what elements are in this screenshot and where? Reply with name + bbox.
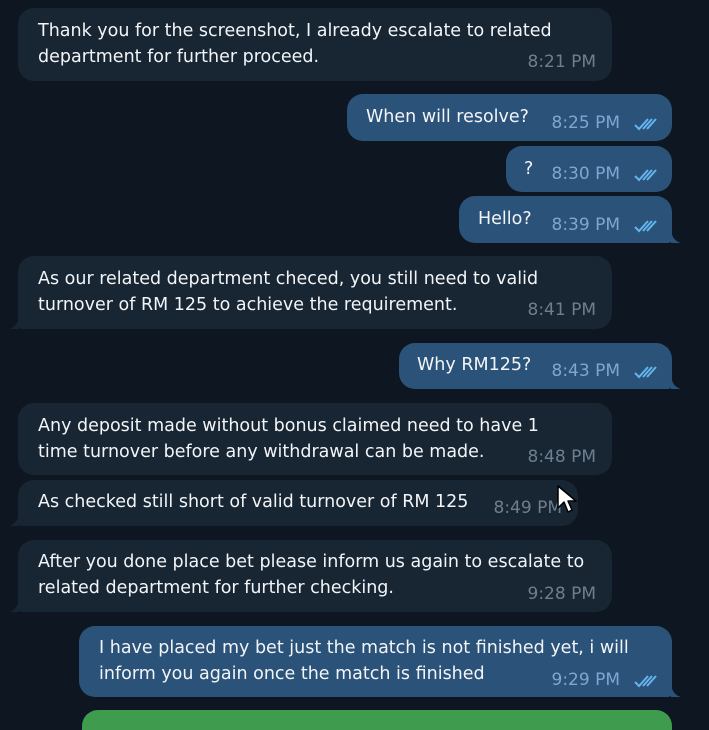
bubble-tail bbox=[671, 377, 681, 389]
bubble-tail bbox=[671, 231, 681, 243]
message-text-line: time turnover before any withdrawal can … bbox=[38, 442, 485, 462]
message-text-line: Why RM125? bbox=[417, 355, 532, 375]
message-timestamp: 8:48 PM bbox=[527, 447, 597, 467]
message-text-line: ? bbox=[524, 159, 534, 179]
mouse-cursor-icon bbox=[557, 485, 577, 513]
incoming-message[interactable]: After you done place bet please inform u… bbox=[18, 540, 612, 612]
message-timestamp: 8:49 PM bbox=[493, 498, 563, 518]
read-checkmarks-icon bbox=[634, 169, 657, 182]
message-text-line: Thank you for the screenshot, I already … bbox=[38, 21, 552, 41]
read-checkmarks-icon bbox=[634, 366, 657, 379]
message-text-line: Any deposit made without bonus claimed n… bbox=[38, 416, 539, 436]
incoming-message[interactable]: Any deposit made without bonus claimed n… bbox=[18, 403, 612, 475]
message-timestamp: 9:29 PM bbox=[551, 670, 621, 690]
message-text-line: related department for further checking. bbox=[38, 578, 394, 598]
bubble-tail bbox=[671, 685, 681, 697]
message-text-line: As our related department checed, you st… bbox=[38, 269, 539, 289]
message-text-line: department for further proceed. bbox=[38, 47, 320, 67]
chat-history[interactable]: Thank you for the screenshot, I already … bbox=[0, 0, 709, 730]
incoming-message[interactable]: As checked still short of valid turnover… bbox=[18, 480, 578, 526]
bubble-tail bbox=[9, 514, 19, 526]
message-timestamp: 8:30 PM bbox=[551, 164, 621, 184]
bubble-tail bbox=[9, 600, 19, 612]
outgoing-message[interactable]: I have placed my bet just the match is n… bbox=[79, 626, 672, 697]
message-text-line: inform you again once the match is finis… bbox=[99, 664, 485, 684]
incoming-message[interactable]: Thank you for the screenshot, I already … bbox=[18, 8, 612, 81]
message-text-line: Hello? bbox=[478, 209, 532, 229]
read-checkmarks-icon bbox=[634, 220, 657, 233]
message-timestamp: 8:25 PM bbox=[551, 113, 621, 133]
message-timestamp: 8:21 PM bbox=[527, 52, 597, 72]
read-checkmarks-icon bbox=[634, 675, 657, 688]
message-text-line: turnover of RM 125 to achieve the requir… bbox=[38, 295, 458, 315]
message-timestamp: 8:43 PM bbox=[551, 361, 621, 381]
message-timestamp: 8:39 PM bbox=[551, 215, 621, 235]
outgoing-message[interactable]: When will resolve? 8:25 PM bbox=[347, 94, 672, 141]
outgoing-message[interactable]: Why RM125? 8:43 PM bbox=[399, 343, 672, 389]
message-text-line: As checked still short of valid turnover… bbox=[38, 492, 469, 512]
media-attachment-preview[interactable] bbox=[82, 710, 672, 730]
message-text-line: I have placed my bet just the match is n… bbox=[99, 638, 629, 658]
outgoing-message[interactable]: ? 8:30 PM bbox=[506, 146, 672, 192]
message-timestamp: 9:28 PM bbox=[527, 584, 597, 604]
read-checkmarks-icon bbox=[634, 118, 657, 131]
outgoing-message[interactable]: Hello? 8:39 PM bbox=[459, 196, 672, 243]
message-text-line: When will resolve? bbox=[366, 107, 529, 127]
message-text-line: After you done place bet please inform u… bbox=[38, 552, 585, 572]
message-timestamp: 8:41 PM bbox=[527, 300, 597, 320]
bubble-tail bbox=[9, 317, 19, 329]
incoming-message[interactable]: As our related department checed, you st… bbox=[18, 256, 612, 329]
